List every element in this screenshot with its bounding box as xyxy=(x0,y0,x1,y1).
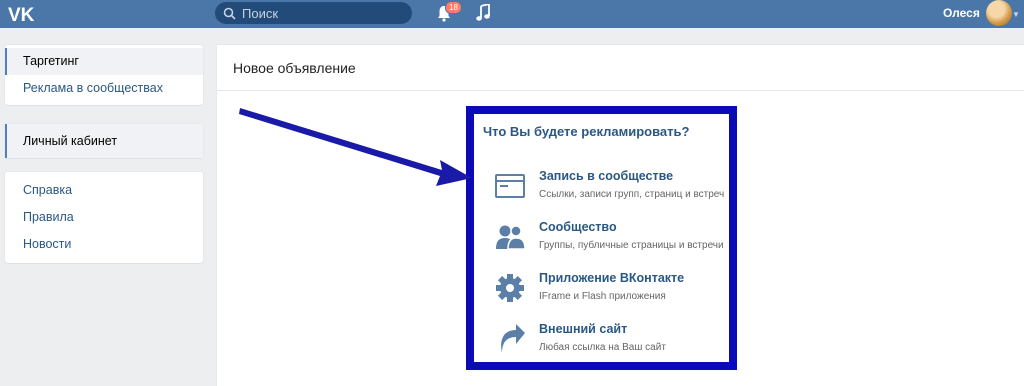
page-title: Новое объявление xyxy=(217,45,1024,91)
chevron-down-icon[interactable]: ▼ xyxy=(1012,10,1020,19)
option-vk-app[interactable]: Приложение ВКонтакте IFrame и Flash прил… xyxy=(494,271,734,311)
sidebar-account-menu: Личный кабинет xyxy=(5,124,203,158)
gear-icon xyxy=(496,274,524,302)
option-external-site[interactable]: Внешний сайт Любая ссылка на Ваш сайт xyxy=(494,322,734,362)
option-description: IFrame и Flash приложения xyxy=(539,291,666,302)
external-arrow-icon xyxy=(501,324,525,353)
top-bar: VK 18 Олеся ▼ xyxy=(0,0,1024,28)
search-icon xyxy=(223,7,236,20)
option-community[interactable]: Сообщество Группы, публичные страницы и … xyxy=(494,220,734,260)
avatar[interactable] xyxy=(986,0,1012,26)
search-input[interactable] xyxy=(242,5,402,21)
option-title: Приложение ВКонтакте xyxy=(539,271,685,285)
option-description: Группы, публичные страницы и встречи xyxy=(539,240,724,251)
community-icon xyxy=(496,225,526,250)
option-community-post[interactable]: Запись в сообществе Ссылки, записи групп… xyxy=(494,169,734,209)
option-title: Запись в сообществе xyxy=(539,169,674,183)
sidebar-ads-menu: Таргетинг Реклама в сообществах xyxy=(5,45,203,105)
music-icon[interactable] xyxy=(476,4,490,22)
sidebar-item-rules[interactable]: Правила xyxy=(5,204,203,231)
post-icon xyxy=(495,174,525,198)
notifications-badge: 18 xyxy=(445,1,462,14)
ad-type-picker: Что Вы будете рекламировать? Запись в со… xyxy=(466,106,737,370)
sidebar-item-help[interactable]: Справка xyxy=(5,177,203,204)
search-box[interactable] xyxy=(215,2,412,24)
sidebar-item-targeting[interactable]: Таргетинг xyxy=(5,48,203,75)
option-description: Любая ссылка на Ваш сайт xyxy=(539,342,666,353)
svg-text:VK: VK xyxy=(8,5,35,25)
sidebar-item-news[interactable]: Новости xyxy=(5,231,203,258)
user-name[interactable]: Олеся xyxy=(943,6,980,20)
option-description: Ссылки, записи групп, страниц и встреч xyxy=(539,189,725,200)
picker-title: Что Вы будете рекламировать? xyxy=(483,124,690,139)
vk-logo-icon[interactable]: VK xyxy=(7,3,37,25)
option-title: Внешний сайт xyxy=(539,322,628,336)
option-title: Сообщество xyxy=(539,220,617,234)
sidebar-item-community-ads[interactable]: Реклама в сообществах xyxy=(5,75,203,102)
sidebar-item-ad-account[interactable]: Личный кабинет xyxy=(5,124,203,158)
sidebar-help-menu: Справка Правила Новости xyxy=(5,172,203,263)
